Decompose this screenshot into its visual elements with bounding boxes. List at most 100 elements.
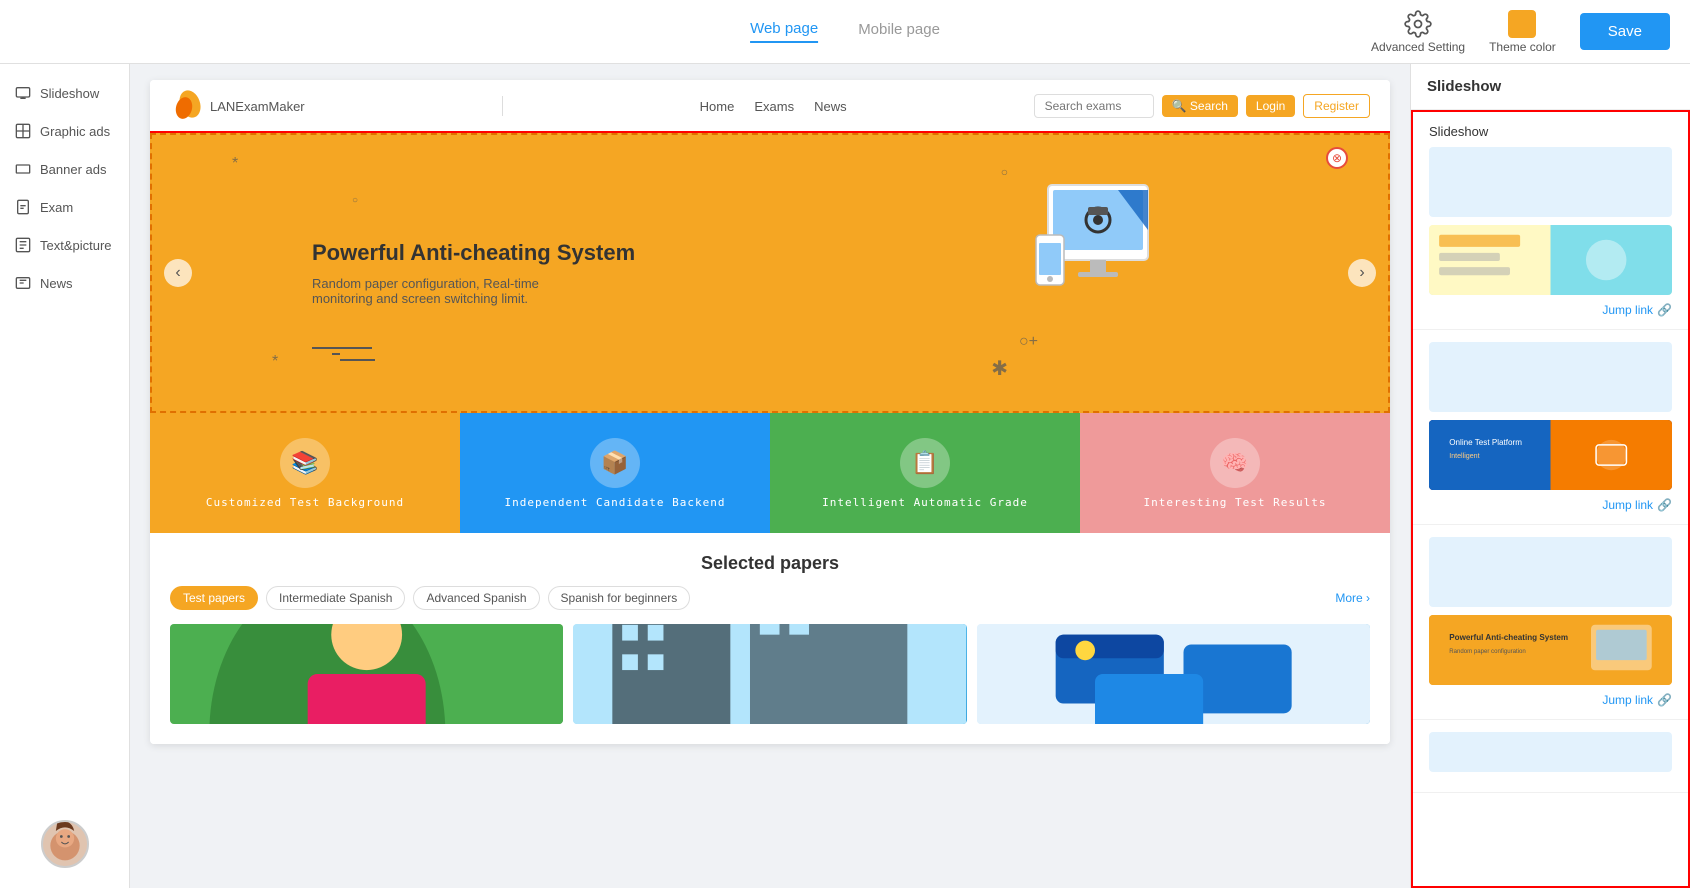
nav-link-news[interactable]: News [814,99,847,114]
feature-card-icon-2: 📦 [590,438,640,488]
exam-icon [14,198,32,216]
sidebar-item-news-label: News [40,276,73,291]
jump-link-icon-3: 🔗 [1657,693,1672,707]
main-layout: Slideshow Graphic ads Banner ads Exam Te… [0,64,1690,888]
sidebar-item-slideshow-label: Slideshow [40,86,99,101]
theme-color-label: Theme color [1489,40,1556,54]
left-sidebar: Slideshow Graphic ads Banner ads Exam Te… [0,64,130,888]
sidebar-item-banner-ads[interactable]: Banner ads [0,150,129,188]
feature-cards: 📚 Customized Test Background 📦 Independe… [150,413,1390,533]
papers-tab-beginners[interactable]: Spanish for beginners [548,586,691,610]
preview-nav-links: Home Exams News [700,99,847,114]
advanced-setting-label: Advanced Setting [1371,40,1465,54]
register-button[interactable]: Register [1303,94,1370,118]
nav-link-home[interactable]: Home [700,99,735,114]
avatar [41,820,89,868]
paper-card-1[interactable] [170,624,563,724]
graphic-ads-icon [14,122,32,140]
tab-group: Web page Mobile page [750,20,940,43]
feature-card-label-1: Customized Test Background [206,496,404,509]
svg-text:Powerful Anti-cheating System: Powerful Anti-cheating System [1449,633,1568,642]
tab-web-page[interactable]: Web page [750,20,818,43]
papers-more-link[interactable]: More › [1335,591,1370,605]
papers-tab-test[interactable]: Test papers [170,586,258,610]
feature-card-results[interactable]: 🧠 Interesting Test Results [1080,413,1390,533]
jump-link-row-2[interactable]: Jump link 🔗 [1429,498,1672,512]
slideshow-option-2: Online Test Platform Intelligent Jump li… [1413,330,1688,525]
jump-link-label-3: Jump link [1602,693,1653,707]
banner-subtitle: Random paper configuration, Real-timemon… [312,276,635,306]
sidebar-item-graphic-ads-label: Graphic ads [40,124,110,139]
preview-container: LANExamMaker Home Exams News 🔍 Search Lo… [150,80,1390,744]
advanced-setting-button[interactable]: Advanced Setting [1371,10,1465,54]
banner-title: Powerful Anti-cheating System [312,240,635,266]
top-bar-right: Advanced Setting Theme color Save [1371,10,1670,54]
slideshow-option-4 [1413,720,1688,793]
sidebar-item-text-picture-label: Text&picture [40,238,112,253]
banner-close-button[interactable]: ⊗ [1326,147,1348,169]
papers-tabs: Test papers Intermediate Spanish Advance… [170,586,1370,610]
deco-asterisk-2: * [272,353,278,371]
sidebar-item-exam-label: Exam [40,200,73,215]
slideshow-thumbnail-2[interactable]: Online Test Platform Intelligent [1429,420,1672,490]
jump-link-label-1: Jump link [1602,303,1653,317]
search-input[interactable] [1034,94,1154,118]
feature-card-candidate[interactable]: 📦 Independent Candidate Backend [460,413,770,533]
jump-link-icon-1: 🔗 [1657,303,1672,317]
save-button[interactable]: Save [1580,13,1670,50]
sidebar-item-text-picture[interactable]: Text&picture [0,226,129,264]
feature-card-icon-4: 🧠 [1210,438,1260,488]
sidebar-item-graphic-ads[interactable]: Graphic ads [0,112,129,150]
tab-mobile-page[interactable]: Mobile page [858,21,940,42]
feature-card-icon-1: 📚 [280,438,330,488]
sidebar-item-banner-ads-label: Banner ads [40,162,107,177]
deco-asterisk-3: ✱ [991,356,1008,381]
jump-link-icon-2: 🔗 [1657,498,1672,512]
selected-papers-title: Selected papers [170,553,1370,574]
deco-asterisk-1: * [232,155,238,173]
right-panel-title: Slideshow [1411,64,1690,110]
slideshow-option-3: Powerful Anti-cheating System Random pap… [1413,525,1688,720]
logo-text: LANExamMaker [210,99,305,114]
deco-circle-1: ○ [352,195,358,206]
jump-link-row-3[interactable]: Jump link 🔗 [1429,693,1672,707]
feature-card-label-3: Intelligent Automatic Grade [822,496,1028,509]
avatar-area [41,820,89,868]
svg-text:Random paper configuration: Random paper configuration [1449,649,1526,655]
paper-card-2[interactable] [573,624,966,724]
preview-logo: LANExamMaker [170,90,305,122]
jump-link-row-1[interactable]: Jump link 🔗 [1429,303,1672,317]
paper-card-3[interactable] [977,624,1370,724]
feature-card-label-4: Interesting Test Results [1144,496,1327,509]
feature-card-icon-3: 📋 [900,438,950,488]
papers-grid [170,624,1370,724]
feature-card-label-2: Independent Candidate Backend [504,496,725,509]
slideshow-thumbnail-3[interactable]: Powerful Anti-cheating System Random pap… [1429,615,1672,685]
sidebar-item-news[interactable]: News [0,264,129,302]
slideshow-thumb-blank-3 [1429,537,1672,607]
papers-tab-advanced[interactable]: Advanced Spanish [413,586,539,610]
search-button[interactable]: 🔍 Search [1162,95,1238,117]
feature-card-grade[interactable]: 📋 Intelligent Automatic Grade [770,413,1080,533]
banner-nav-left[interactable]: ‹ [164,259,192,287]
banner-ads-icon [14,160,32,178]
theme-color-button[interactable]: Theme color [1489,10,1556,54]
sidebar-item-exam[interactable]: Exam [0,188,129,226]
login-button[interactable]: Login [1246,95,1295,117]
banner-nav-right[interactable]: › [1348,259,1376,287]
theme-color-swatch [1508,10,1536,38]
text-picture-icon [14,236,32,254]
slideshow-thumb-blank-2 [1429,342,1672,412]
jump-link-label-2: Jump link [1602,498,1653,512]
sidebar-item-slideshow[interactable]: Slideshow [0,74,129,112]
monitor-illustration [988,155,1168,340]
preview-nav-right: 🔍 Search Login Register [1034,94,1370,118]
center-content: LANExamMaker Home Exams News 🔍 Search Lo… [130,64,1410,888]
slideshow-thumbnail-1[interactable] [1429,225,1672,295]
slideshow-option-1-title: Slideshow [1429,124,1672,139]
logo-leaf [170,90,202,122]
feature-card-customized[interactable]: 📚 Customized Test Background [150,413,460,533]
papers-tab-intermediate[interactable]: Intermediate Spanish [266,586,405,610]
nav-link-exams[interactable]: Exams [754,99,794,114]
slideshow-thumb-blank-1 [1429,147,1672,217]
